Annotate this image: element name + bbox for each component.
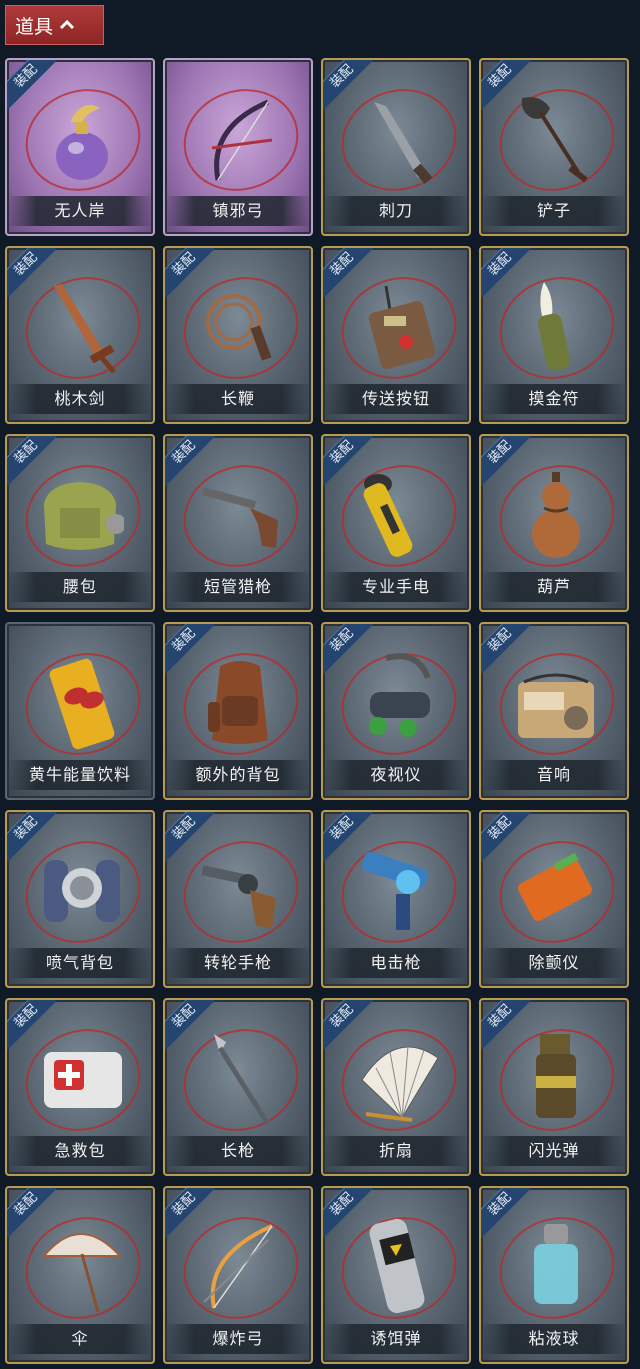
radio-icon [518, 673, 594, 738]
backpack-icon [208, 661, 268, 744]
decoy-grenade-icon [369, 1218, 425, 1314]
shotgun-icon [201, 487, 278, 548]
waist-bag-icon [44, 482, 124, 550]
potion-bottle-icon [56, 105, 108, 180]
whip-icon [206, 294, 272, 361]
item-name: 葫芦 [481, 572, 627, 602]
item-name: 伞 [7, 1324, 153, 1354]
shovel-icon [521, 97, 588, 183]
item-name: 铲子 [481, 196, 627, 226]
item-card[interactable]: 黄牛能量饮料 [5, 622, 155, 800]
defibrillator-icon [518, 852, 592, 921]
item-card[interactable]: 装配 电击枪 [321, 810, 471, 988]
item-card[interactable]: 装配 折扇 [321, 998, 471, 1176]
item-card[interactable]: 装配 长枪 [163, 998, 313, 1176]
bow-icon [211, 99, 273, 181]
item-card[interactable]: 镇邪弓 [163, 58, 313, 236]
energy-drink-icon [49, 658, 115, 750]
item-name: 额外的背包 [165, 760, 311, 790]
item-name: 黄牛能量饮料 [7, 760, 153, 790]
item-name: 喷气背包 [7, 948, 153, 978]
item-name: 摸金符 [481, 384, 627, 414]
item-name: 爆炸弓 [165, 1324, 311, 1354]
category-toggle-button[interactable]: 道具 [5, 5, 104, 45]
bayonet-icon [374, 102, 433, 184]
item-card[interactable]: 装配 葫芦 [479, 434, 629, 612]
item-name: 急救包 [7, 1136, 153, 1166]
item-name: 闪光弹 [481, 1136, 627, 1166]
item-name: 除颤仪 [481, 948, 627, 978]
item-card[interactable]: 装配 专业手电 [321, 434, 471, 612]
item-card[interactable]: 装配 爆炸弓 [163, 1186, 313, 1364]
item-card[interactable]: 装配 桃木剑 [5, 246, 155, 424]
wooden-sword-icon [54, 284, 116, 374]
revolver-icon [201, 865, 276, 928]
item-card[interactable]: 装配 腰包 [5, 434, 155, 612]
jetpack-icon [44, 860, 120, 922]
item-card[interactable]: 装配伞 [5, 1186, 155, 1364]
item-name: 电击枪 [323, 948, 469, 978]
item-name: 音响 [481, 760, 627, 790]
item-name: 刺刀 [323, 196, 469, 226]
item-card[interactable]: 装配 额外的背包 [163, 622, 313, 800]
item-card[interactable]: 装配 夜视仪 [321, 622, 471, 800]
first-aid-kit-icon [44, 1052, 122, 1108]
item-name: 传送按钮 [323, 384, 469, 414]
shock-gun-icon [362, 851, 428, 930]
flashlight-icon [363, 474, 413, 557]
item-card[interactable]: 装配 短管猎枪 [163, 434, 313, 612]
remote-button-icon [368, 285, 436, 369]
item-name: 粘液球 [481, 1324, 627, 1354]
item-grid: 装配 无人岸 镇邪弓 装配 刺刀 装配 铲子装配 桃木剑 装配 长鞭 装配 传送按钮 装配 摸金符装配 腰包… [5, 58, 629, 1364]
claw-amulet-icon [537, 282, 571, 371]
item-card[interactable]: 装配 铲子 [479, 58, 629, 236]
folding-fan-icon [361, 1045, 439, 1122]
flash-grenade-icon [536, 1034, 576, 1118]
slime-jar-icon [534, 1224, 578, 1304]
chevron-up-icon [59, 20, 75, 30]
item-name: 长枪 [165, 1136, 311, 1166]
item-card[interactable]: 装配 除颤仪 [479, 810, 629, 988]
item-card[interactable]: 装配 无人岸 [5, 58, 155, 236]
item-card[interactable]: 装配 急救包 [5, 998, 155, 1176]
item-name: 诱饵弹 [323, 1324, 469, 1354]
item-card[interactable]: 装配 粘液球 [479, 1186, 629, 1364]
gourd-icon [532, 472, 580, 558]
item-card[interactable]: 装配 诱饵弹 [321, 1186, 471, 1364]
item-card[interactable]: 装配 喷气背包 [5, 810, 155, 988]
category-title: 道具 [15, 15, 54, 38]
night-vision-goggles-icon [369, 653, 431, 737]
item-name: 镇邪弓 [165, 196, 311, 226]
item-card[interactable]: 装配 长鞭 [163, 246, 313, 424]
item-card[interactable]: 装配 刺刀 [321, 58, 471, 236]
umbrella-icon [41, 1233, 123, 1313]
item-card[interactable]: 装配 摸金符 [479, 246, 629, 424]
explosive-bow-icon [203, 1224, 273, 1309]
spear-icon [214, 1034, 271, 1126]
item-name: 桃木剑 [7, 384, 153, 414]
item-card[interactable]: 装配 转轮手枪 [163, 810, 313, 988]
item-card[interactable]: 装配 音响 [479, 622, 629, 800]
item-name: 无人岸 [7, 196, 153, 226]
item-name: 腰包 [7, 572, 153, 602]
item-name: 折扇 [323, 1136, 469, 1166]
item-name: 专业手电 [323, 572, 469, 602]
item-card[interactable]: 装配 传送按钮 [321, 246, 471, 424]
item-card[interactable]: 装配 闪光弹 [479, 998, 629, 1176]
item-name: 长鞭 [165, 384, 311, 414]
item-name: 短管猎枪 [165, 572, 311, 602]
item-name: 夜视仪 [323, 760, 469, 790]
item-name: 转轮手枪 [165, 948, 311, 978]
